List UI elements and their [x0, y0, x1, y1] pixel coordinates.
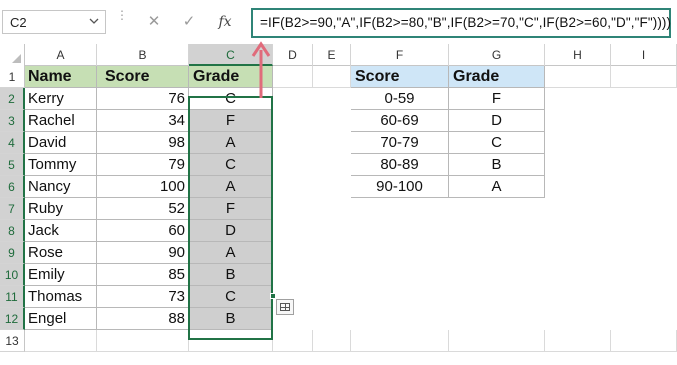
cell-name[interactable]: Ruby: [25, 198, 97, 220]
name-box[interactable]: C2: [2, 10, 106, 34]
cell-score[interactable]: 52: [97, 198, 189, 220]
cell-score[interactable]: 79: [97, 154, 189, 176]
row-header-7[interactable]: 7: [0, 198, 25, 220]
cell-score[interactable]: 76: [97, 88, 189, 110]
column-header-h[interactable]: H: [545, 44, 611, 66]
cell-name[interactable]: Jack: [25, 220, 97, 242]
cell-c13[interactable]: [189, 330, 273, 352]
cell-f13[interactable]: [351, 330, 449, 352]
column-header-d[interactable]: D: [273, 44, 313, 66]
header-name[interactable]: Name: [25, 66, 97, 88]
chevron-down-icon[interactable]: [89, 16, 99, 26]
spreadsheet-grid: A B C D E F G H I 1 2 3 4 5 6 7 8 9 10 1…: [0, 44, 677, 365]
lookup-score-range[interactable]: 0-59: [351, 88, 449, 110]
cell-d1[interactable]: [273, 66, 313, 88]
cell-h1[interactable]: [545, 66, 611, 88]
cell-name[interactable]: David: [25, 132, 97, 154]
cell-score[interactable]: 73: [97, 286, 189, 308]
lookup-grade[interactable]: D: [449, 110, 545, 132]
cell-b13[interactable]: [97, 330, 189, 352]
lookup-grade[interactable]: B: [449, 154, 545, 176]
row-header-1[interactable]: 1: [0, 66, 25, 88]
row-header-2[interactable]: 2: [0, 88, 25, 110]
cell-name[interactable]: Thomas: [25, 286, 97, 308]
lookup-score-range[interactable]: 90-100: [351, 176, 449, 198]
cell-score[interactable]: 90: [97, 242, 189, 264]
cell-name[interactable]: Nancy: [25, 176, 97, 198]
cell-grade[interactable]: B: [189, 264, 273, 286]
lookup-score-range[interactable]: 80-89: [351, 154, 449, 176]
cell-grade[interactable]: A: [189, 242, 273, 264]
cell-name[interactable]: Kerry: [25, 88, 97, 110]
fx-insert-function-button[interactable]: fx: [214, 12, 236, 32]
lookup-score-range[interactable]: 60-69: [351, 110, 449, 132]
cell-name[interactable]: Tommy: [25, 154, 97, 176]
formula-bar: C2 ⋮ ✕ ✓ fx =IF(B2>=90,"A",IF(B2>=80,"B"…: [0, 0, 677, 44]
cell-grade[interactable]: A: [189, 132, 273, 154]
cell-grade[interactable]: F: [189, 110, 273, 132]
row-header-4[interactable]: 4: [0, 132, 25, 154]
formula-text: =IF(B2>=90,"A",IF(B2>=80,"B",IF(B2>=70,"…: [260, 15, 672, 30]
cell-i1[interactable]: [611, 66, 677, 88]
cell-grade[interactable]: F: [189, 198, 273, 220]
column-header-row: A B C D E F G H I: [0, 44, 677, 66]
row-header-6[interactable]: 6: [0, 176, 25, 198]
quick-analysis-button[interactable]: [276, 299, 294, 315]
select-all-button[interactable]: [0, 44, 25, 66]
column-header-a[interactable]: A: [25, 44, 97, 66]
column-header-f[interactable]: F: [351, 44, 449, 66]
cell-e1[interactable]: [313, 66, 351, 88]
cell-e13[interactable]: [313, 330, 351, 352]
column-header-g[interactable]: G: [449, 44, 545, 66]
annotation-arrow-icon: [251, 41, 271, 98]
cell-name[interactable]: Rachel: [25, 110, 97, 132]
cell-d13[interactable]: [273, 330, 313, 352]
row-header-10[interactable]: 10: [0, 264, 25, 286]
cell-grade[interactable]: B: [189, 308, 273, 330]
column-header-e[interactable]: E: [313, 44, 351, 66]
row-header-9[interactable]: 9: [0, 242, 25, 264]
row-header-13[interactable]: 13: [0, 330, 25, 352]
cell-h13[interactable]: [545, 330, 611, 352]
cell-g13[interactable]: [449, 330, 545, 352]
cell-grade[interactable]: A: [189, 176, 273, 198]
lookup-grade[interactable]: A: [449, 176, 545, 198]
row-header-5[interactable]: 5: [0, 154, 25, 176]
cell-score[interactable]: 60: [97, 220, 189, 242]
cell-score[interactable]: 34: [97, 110, 189, 132]
row-header-12[interactable]: 12: [0, 308, 25, 330]
cell-score[interactable]: 98: [97, 132, 189, 154]
column-header-b[interactable]: B: [97, 44, 189, 66]
cell-score[interactable]: 100: [97, 176, 189, 198]
lookup-grade[interactable]: F: [449, 88, 545, 110]
name-box-value: C2: [10, 15, 27, 30]
cell-grade[interactable]: D: [189, 220, 273, 242]
row-header-11[interactable]: 11: [0, 286, 25, 308]
quick-analysis-icon: [280, 303, 290, 311]
lookup-header-score[interactable]: Score: [351, 66, 449, 88]
header-score[interactable]: Score: [97, 66, 189, 88]
drag-handle-icon[interactable]: ⋮: [116, 9, 128, 32]
formula-input[interactable]: =IF(B2>=90,"A",IF(B2>=80,"B",IF(B2>=70,"…: [251, 8, 671, 38]
cell-score[interactable]: 88: [97, 308, 189, 330]
lookup-header-grade[interactable]: Grade: [449, 66, 545, 88]
lookup-grade[interactable]: C: [449, 132, 545, 154]
row-header-3[interactable]: 3: [0, 110, 25, 132]
column-header-i[interactable]: I: [611, 44, 677, 66]
check-icon[interactable]: ✓: [178, 12, 200, 32]
cell-name[interactable]: Emily: [25, 264, 97, 286]
cell-i13[interactable]: [611, 330, 677, 352]
cell-name[interactable]: Engel: [25, 308, 97, 330]
lookup-score-range[interactable]: 70-79: [351, 132, 449, 154]
cell-a13[interactable]: [25, 330, 97, 352]
cell-score[interactable]: 85: [97, 264, 189, 286]
select-all-icon: [12, 54, 21, 63]
cell-grade[interactable]: C: [189, 286, 273, 308]
cell-name[interactable]: Rose: [25, 242, 97, 264]
close-icon[interactable]: ✕: [143, 12, 165, 32]
row-header-8[interactable]: 8: [0, 220, 25, 242]
cell-grade[interactable]: C: [189, 154, 273, 176]
